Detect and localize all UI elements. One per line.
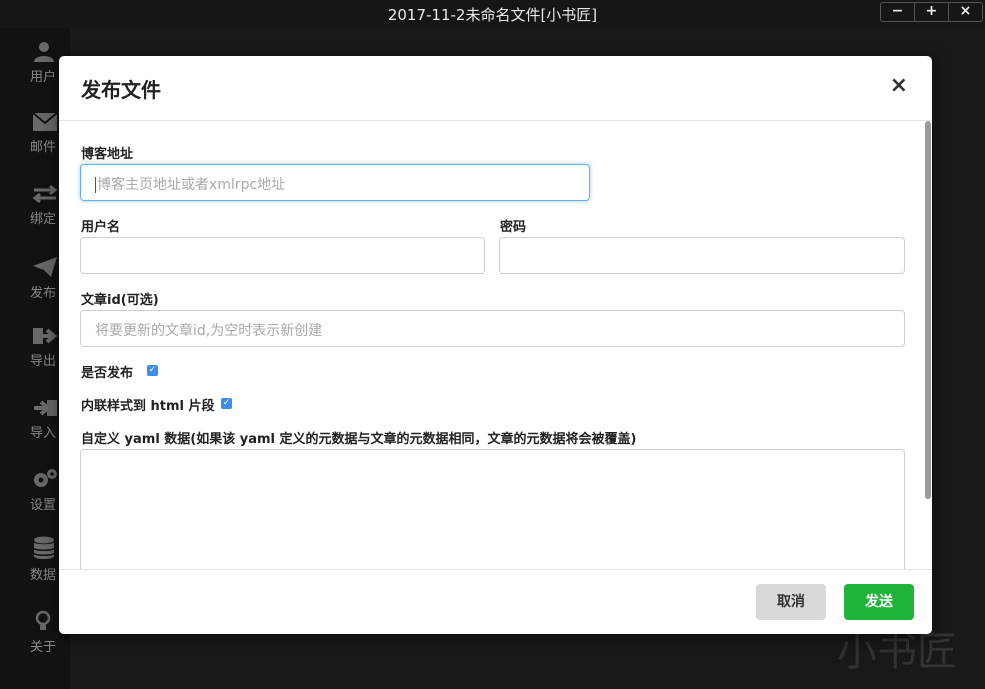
blog-url-label: 博客地址 [81,147,134,162]
database-icon [33,536,55,559]
password-input[interactable] [499,237,905,274]
sign-in-icon [34,400,57,416]
publish-checkbox[interactable]: ✓ [147,365,158,376]
sidebar-item-label: 用户 [30,70,57,85]
sidebar-item-label: 关于 [30,640,57,655]
window-controls: − + × [880,2,983,22]
sidebar-item-label: 导出 [30,354,57,369]
minimize-button[interactable]: − [881,3,914,21]
blog-url-input[interactable]: 博客主页地址或者xmlrpc地址 [80,164,590,201]
cancel-button[interactable]: 取消 [756,584,826,620]
close-icon[interactable]: × [890,74,908,98]
dialog-body: 博客地址 博客主页地址或者xmlrpc地址 用户名 密码 文章id(可选) 将要… [59,121,932,569]
dialog-header: 发布文件 × [59,56,932,121]
yaml-textarea[interactable] [80,449,905,569]
sidebar-item-label: 绑定 [30,212,57,227]
sidebar-item-label: 导入 [30,426,57,441]
dialog-title: 发布文件 [81,78,161,102]
dialog-footer: 取消 发送 [59,569,932,634]
sidebar-item-label: 发布 [30,286,57,301]
yaml-label: 自定义 yaml 数据(如果该 yaml 定义的元数据与文章的元数据相同，文章的… [81,432,637,447]
close-window-button[interactable]: × [948,3,982,21]
dialog-scrollbar[interactable] [925,121,931,499]
inline-style-label: 内联样式到 html 片段 [81,399,215,414]
user-icon [34,42,54,62]
article-id-placeholder: 将要更新的文章id,为空时表示新创建 [95,323,323,339]
username-input[interactable] [80,237,485,274]
paper-plane-icon [33,257,57,277]
maximize-button[interactable]: + [914,3,948,21]
blog-url-placeholder: 博客主页地址或者xmlrpc地址 [95,177,286,193]
envelope-icon [32,112,58,131]
article-id-label: 文章id(可选) [81,293,159,308]
publish-dialog: 发布文件 × 博客地址 博客主页地址或者xmlrpc地址 用户名 密码 文章id… [59,56,932,634]
sidebar-item-label: 设置 [30,498,57,513]
sidebar-item-label: 邮件 [30,140,57,155]
username-label: 用户名 [81,220,121,235]
sidebar-item-label: 数据 [30,568,57,583]
publish-label: 是否发布 [81,366,134,381]
password-label: 密码 [500,220,527,235]
inline-style-checkbox[interactable]: ✓ [221,398,232,409]
sign-out-icon [33,328,58,344]
window-title: 2017-11-2未命名文件[小书匠] [387,6,598,24]
gears-icon [34,469,57,487]
send-button[interactable]: 发送 [844,584,914,620]
article-id-input[interactable]: 将要更新的文章id,为空时表示新创建 [80,310,905,347]
exchange-icon [32,184,58,204]
window-titlebar: 2017-11-2未命名文件[小书匠] − + × [0,0,985,28]
lightbulb-icon [35,610,51,630]
